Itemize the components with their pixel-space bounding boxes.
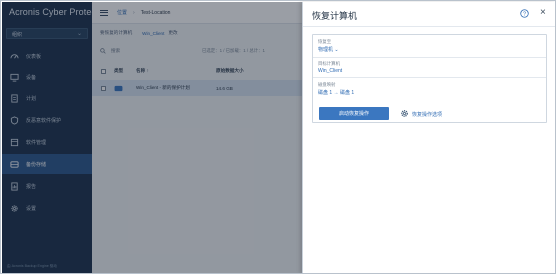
- modal-backdrop[interactable]: [2, 2, 302, 273]
- gear-icon[interactable]: [400, 109, 409, 118]
- restore-to-label: 恢复至: [318, 39, 332, 44]
- disk-mapping-link[interactable]: 磁盘 1 → 磁盘 1: [318, 89, 354, 96]
- target-machine-label: 目标计算机: [318, 61, 340, 66]
- restore-to-section: 恢复至 物理机 ⌄: [313, 35, 546, 58]
- recovery-settings-card: 恢复至 物理机 ⌄ 目标计算机 Win_Client 磁盘映射 磁盘 1 → 磁…: [312, 34, 547, 123]
- app-window: Acronis Cyber Protect 组织 ⌄ 仪表板 设备 计划 反恶意…: [0, 0, 556, 274]
- disk-mapping-section: 磁盘映射 磁盘 1 → 磁盘 1: [313, 78, 546, 101]
- panel-title: 恢复计算机: [312, 11, 358, 21]
- divider: [303, 26, 555, 27]
- svg-text:?: ?: [523, 11, 526, 17]
- start-recovery-button[interactable]: 启动恢复操作: [319, 107, 389, 120]
- recover-machine-panel: 恢复计算机 ? × 恢复至 物理机 ⌄ 目标计算机 Win_Client 磁盘映…: [302, 2, 555, 273]
- disk-mapping-label: 磁盘映射: [318, 82, 336, 87]
- close-icon[interactable]: ×: [540, 8, 546, 18]
- recovery-options-link[interactable]: 恢复操作选项: [412, 111, 442, 118]
- target-machine-section: 目标计算机 Win_Client: [313, 58, 546, 78]
- restore-to-dropdown[interactable]: 物理机 ⌄: [318, 46, 339, 53]
- target-machine-link[interactable]: Win_Client: [318, 68, 342, 74]
- help-icon[interactable]: ?: [520, 9, 529, 18]
